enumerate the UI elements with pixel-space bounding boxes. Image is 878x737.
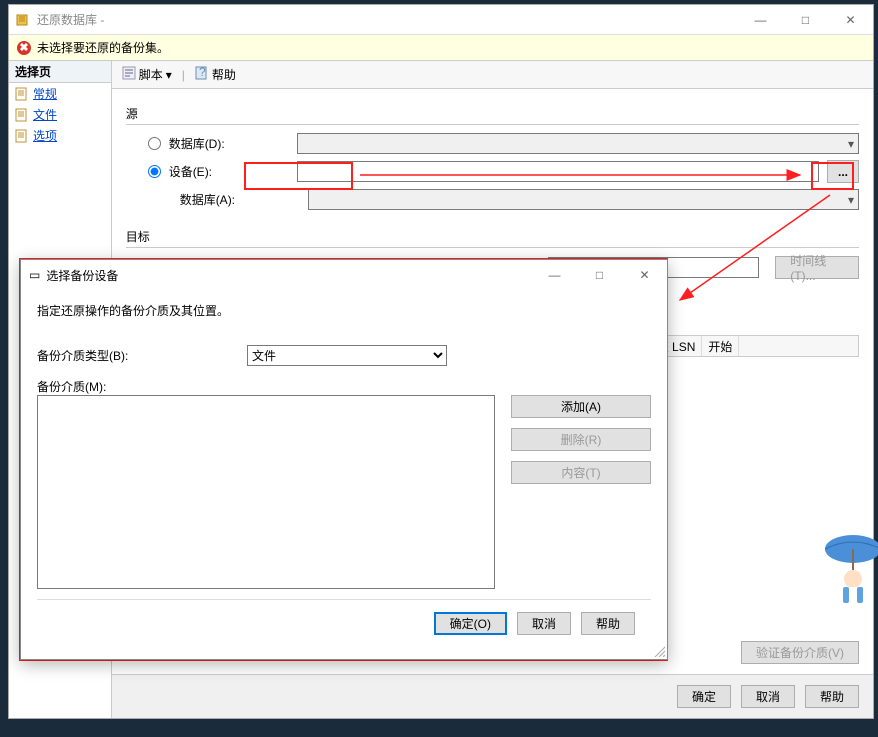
error-text: 未选择要还原的备份集。: [37, 39, 169, 56]
remove-button[interactable]: 删除(R): [511, 428, 651, 451]
script-label: 脚本: [139, 66, 163, 83]
page-icon: [15, 87, 29, 101]
sidebar-item-label: 常规: [33, 85, 57, 102]
sub-database-label: 数据库(A):: [180, 191, 300, 208]
device-radio-row: 设备(E): ...: [148, 160, 859, 183]
database-radio[interactable]: [148, 137, 161, 150]
modal-help-button[interactable]: 帮助: [581, 612, 635, 635]
media-listbox[interactable]: [37, 395, 495, 589]
col-start: 开始: [702, 336, 739, 356]
chevron-down-icon: ▾: [848, 193, 854, 207]
modal-minimize-button[interactable]: —: [532, 261, 577, 290]
divider: [126, 124, 859, 125]
help-button[interactable]: 帮助: [805, 685, 859, 708]
media-type-select[interactable]: 文件: [247, 345, 447, 366]
modal-close-button[interactable]: ✕: [622, 261, 667, 290]
browse-button[interactable]: ...: [827, 160, 859, 183]
add-button[interactable]: 添加(A): [511, 395, 651, 418]
page-icon: [15, 129, 29, 143]
close-button[interactable]: ✕: [828, 5, 873, 34]
modal-side-buttons: 添加(A) 删除(R) 内容(T): [511, 395, 651, 589]
chevron-down-icon: ▾: [166, 68, 172, 82]
media-label: 备份介质(M):: [37, 378, 651, 395]
toolbar: 脚本 ▾ | ? 帮助: [112, 61, 873, 89]
error-icon: ✖: [17, 41, 31, 55]
window-title: 还原数据库 -: [37, 11, 738, 28]
sidebar-item-label: 选项: [33, 127, 57, 144]
maximize-button[interactable]: □: [783, 5, 828, 34]
modal-body: 指定还原操作的备份介质及其位置。 备份介质类型(B): 文件 备份介质(M): …: [21, 290, 667, 659]
modal-title: 选择备份设备: [46, 267, 118, 284]
main-footer: 确定 取消 帮助: [112, 674, 873, 718]
chevron-down-icon: ▾: [848, 137, 854, 151]
database-radio-row: 数据库(D): ▾: [148, 133, 859, 154]
modal-icon: ▭: [29, 268, 40, 282]
window-controls: — □ ✕: [738, 5, 873, 34]
sidebar-item-label: 文件: [33, 106, 57, 123]
sidebar-item-files[interactable]: 文件: [9, 104, 111, 125]
app-icon: [15, 12, 31, 28]
modal-maximize-button[interactable]: □: [577, 261, 622, 290]
modal-main: 添加(A) 删除(R) 内容(T): [37, 395, 651, 589]
sub-database-combo[interactable]: ▾: [308, 189, 859, 210]
resize-grip-icon[interactable]: [653, 645, 665, 657]
modal-cancel-button[interactable]: 取消: [517, 612, 571, 635]
page-icon: [15, 108, 29, 122]
sub-database-row: 数据库(A): ▾: [180, 189, 859, 210]
select-backup-device-dialog: ▭ 选择备份设备 — □ ✕ 指定还原操作的备份介质及其位置。 备份介质类型(B…: [20, 259, 668, 660]
device-input[interactable]: [297, 161, 819, 182]
sidebar-item-general[interactable]: 常规: [9, 83, 111, 104]
modal-titlebar: ▭ 选择备份设备 — □ ✕: [21, 260, 667, 290]
source-group-label: 源: [126, 105, 859, 122]
media-type-label: 备份介质类型(B):: [37, 347, 237, 364]
script-button[interactable]: 脚本 ▾: [118, 64, 176, 85]
content-button[interactable]: 内容(T): [511, 461, 651, 484]
ok-button[interactable]: 确定: [677, 685, 731, 708]
device-radio-label: 设备(E):: [169, 163, 289, 180]
database-radio-label: 数据库(D):: [169, 135, 289, 152]
titlebar: 还原数据库 - — □ ✕: [9, 5, 873, 35]
modal-instruction: 指定还原操作的备份介质及其位置。: [37, 302, 651, 319]
device-radio[interactable]: [148, 165, 161, 178]
verify-media-button[interactable]: 验证备份介质(V): [741, 641, 859, 664]
media-type-row: 备份介质类型(B): 文件: [37, 345, 651, 366]
toolbar-separator: |: [182, 68, 185, 82]
help-icon: ?: [195, 66, 209, 83]
minimize-button[interactable]: —: [738, 5, 783, 34]
svg-text:?: ?: [199, 66, 206, 79]
sidebar-header: 选择页: [9, 61, 111, 83]
cancel-button[interactable]: 取消: [741, 685, 795, 708]
modal-ok-button[interactable]: 确定(O): [434, 612, 507, 635]
target-group-label: 目标: [126, 228, 859, 245]
database-combo[interactable]: ▾: [297, 133, 859, 154]
divider: [126, 247, 859, 248]
script-icon: [122, 66, 136, 83]
help-button[interactable]: ? 帮助: [191, 64, 240, 85]
modal-footer: 确定(O) 取消 帮助: [37, 599, 651, 647]
help-label: 帮助: [212, 66, 236, 83]
error-bar: ✖ 未选择要还原的备份集。: [9, 35, 873, 61]
timeline-button[interactable]: 时间线(T)...: [775, 256, 859, 279]
sidebar-item-options[interactable]: 选项: [9, 125, 111, 146]
